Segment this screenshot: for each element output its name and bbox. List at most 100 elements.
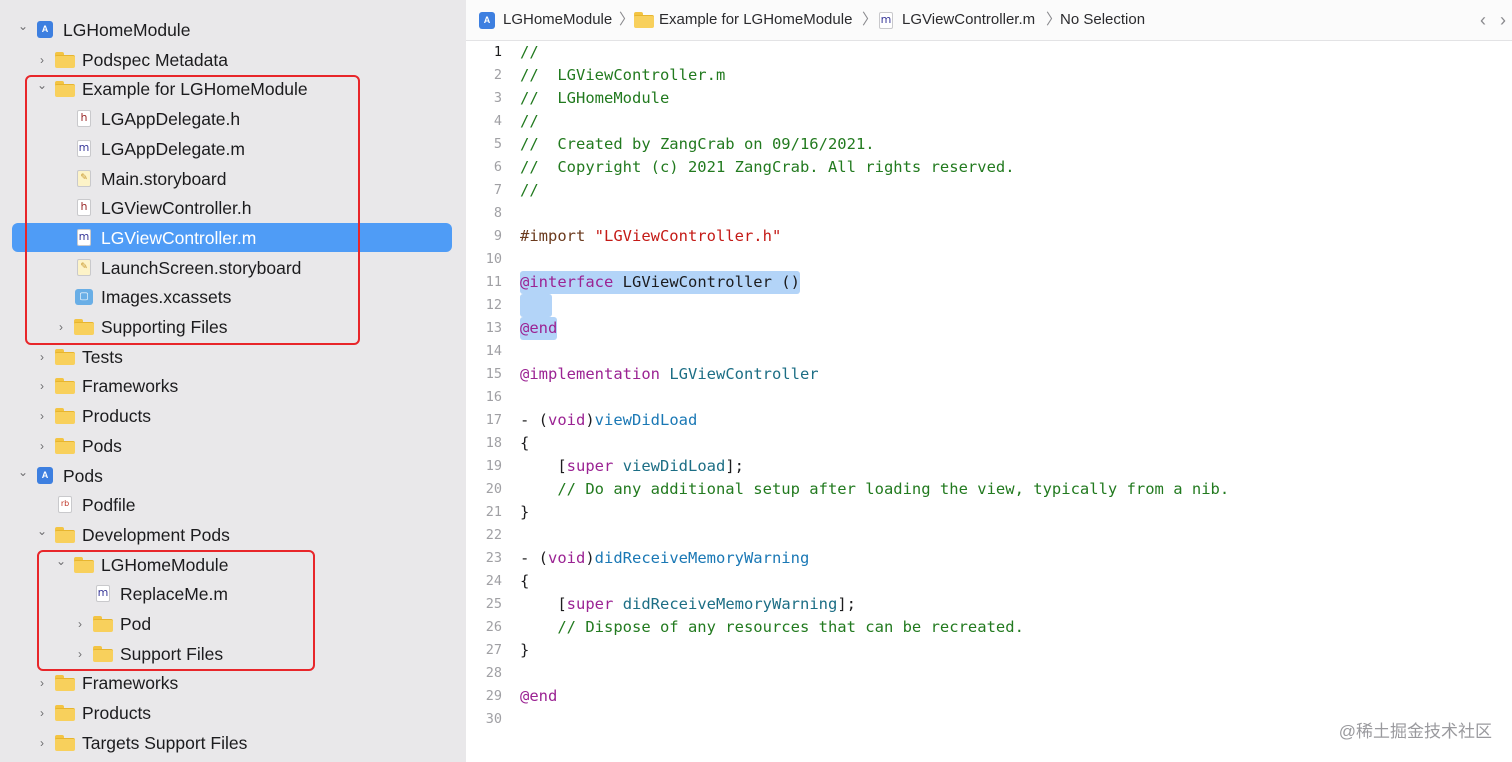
line-number: 10	[485, 251, 502, 267]
code-text: }	[520, 641, 530, 659]
line-number: 28	[485, 665, 502, 681]
tree-item-label: Pods	[82, 435, 122, 456]
code-line[interactable]: 5 // Created by ZangCrab on 09/16/2021.	[466, 133, 1512, 156]
code-line[interactable]: 21}	[466, 501, 1512, 524]
tree-item-group[interactable]: ⌄ A LGHomeModule	[0, 15, 466, 45]
annotation-box-example	[25, 75, 360, 345]
code-line[interactable]: 24 {	[466, 570, 1512, 593]
disclosure-closed-icon[interactable]: ›	[35, 371, 49, 401]
chevron-right-icon: 〉	[862, 11, 878, 28]
tree-item-group[interactable]: › Podspec Metadata	[0, 45, 466, 75]
tree-item-group[interactable]: › Frameworks	[0, 371, 466, 401]
code-line[interactable]: 26 // Dispose of any resources that can …	[466, 616, 1512, 639]
code-line[interactable]: 23 - (void)didReceiveMemoryWarning	[466, 547, 1512, 570]
crumb-project[interactable]: LGHomeModule	[503, 0, 612, 40]
line-number: 9	[493, 228, 502, 244]
code-line[interactable]: 3 // LGHomeModule	[466, 87, 1512, 110]
disclosure-open-icon[interactable]: ⌄	[16, 461, 30, 491]
chevron-right-icon: 〉	[619, 11, 635, 28]
tree-item-group[interactable]: › Pods	[0, 431, 466, 461]
annotation-box-development-pod	[37, 550, 315, 671]
code-text: // Copyright (c) 2021 ZangCrab. All righ…	[520, 158, 1015, 176]
source-editor[interactable]: A LGHomeModule 〉 Example for LGHomeModul…	[466, 0, 1512, 762]
project-icon: A	[37, 466, 53, 484]
code-line[interactable]: 15 @implementation LGViewController	[466, 363, 1512, 386]
tree-item-group[interactable]: ⌄ A Pods	[0, 461, 466, 491]
code-line[interactable]: 28	[466, 662, 1512, 685]
line-number: 4	[493, 113, 502, 129]
code-text: - (void)viewDidLoad	[520, 411, 698, 429]
line-number: 23	[485, 550, 502, 566]
code-line[interactable]: 4 //	[466, 110, 1512, 133]
code-line[interactable]: 25 [super didReceiveMemoryWarning];	[466, 593, 1512, 616]
tree-item-label: Pods	[63, 465, 103, 486]
tree-item-group[interactable]: › Products	[0, 698, 466, 728]
line-number: 6	[493, 159, 502, 175]
code-text: @interface LGViewController ()	[520, 271, 800, 294]
crumb-file[interactable]: LGViewController.m	[902, 0, 1035, 40]
disclosure-closed-icon[interactable]: ›	[35, 342, 49, 372]
disclosure-open-icon[interactable]: ⌄	[35, 520, 49, 550]
ruby-file-icon: rb	[58, 496, 72, 514]
code-line[interactable]: 27}	[466, 639, 1512, 662]
code-line[interactable]: 6 // Copyright (c) 2021 ZangCrab. All rig…	[466, 156, 1512, 179]
code-line[interactable]: 7 //	[466, 179, 1512, 202]
watermark: @稀土掘金技术社区	[1338, 722, 1492, 741]
code-line[interactable]: 12	[466, 294, 1512, 317]
crumb-symbol[interactable]: No Selection	[1060, 0, 1145, 40]
tree-item-group[interactable]: › Frameworks	[0, 668, 466, 698]
code-line[interactable]: 29 @end	[466, 685, 1512, 708]
code-text: @end	[520, 317, 558, 340]
tree-item-group[interactable]: ⌄ Development Pods	[0, 520, 466, 550]
disclosure-closed-icon[interactable]: ›	[35, 431, 49, 461]
code-line[interactable]: 2 // LGViewController.m	[466, 64, 1512, 87]
code-line[interactable]: 19 [super viewDidLoad];	[466, 455, 1512, 478]
back-icon[interactable]: ‹	[1480, 0, 1486, 40]
code-line[interactable]: 9 #import "LGViewController.h"	[466, 225, 1512, 248]
tree-item-label: Products	[82, 406, 152, 427]
tree-item-group[interactable]: › Products	[0, 401, 466, 431]
tree-item-group[interactable]: › Tests	[0, 342, 466, 372]
folder-icon	[55, 437, 75, 454]
crumb-group[interactable]: Example for LGHomeModule	[659, 0, 852, 40]
tree-item-file[interactable]: rb Podfile	[0, 490, 466, 520]
code-text: //	[520, 112, 539, 130]
line-number: 30	[485, 711, 502, 727]
line-number: 20	[485, 481, 502, 497]
line-number: 8	[493, 205, 502, 221]
disclosure-closed-icon[interactable]: ›	[35, 401, 49, 431]
forward-icon[interactable]: ›	[1500, 0, 1506, 40]
folder-icon	[55, 675, 75, 692]
line-number: 17	[485, 412, 502, 428]
disclosure-open-icon[interactable]: ⌄	[16, 15, 30, 45]
code-line[interactable]: 1 //	[466, 41, 1512, 64]
code-line[interactable]: 8	[466, 202, 1512, 225]
folder-icon	[55, 51, 75, 68]
folder-icon	[55, 734, 75, 751]
disclosure-closed-icon[interactable]: ›	[35, 698, 49, 728]
code-line[interactable]: 14	[466, 340, 1512, 363]
code-line[interactable]: 10	[466, 248, 1512, 271]
code-text: }	[520, 503, 530, 521]
code-text: // Created by ZangCrab on 09/16/2021.	[520, 135, 875, 153]
tree-item-label: Products	[82, 703, 152, 724]
code-line[interactable]: 22	[466, 524, 1512, 547]
code-line[interactable]: 11 @interface LGViewController ()	[466, 271, 1512, 294]
code-line[interactable]: 17 - (void)viewDidLoad	[466, 409, 1512, 432]
code-line[interactable]: 18 {	[466, 432, 1512, 455]
folder-icon	[55, 526, 75, 543]
code-text	[520, 294, 552, 317]
tree-item-group[interactable]: › Targets Support Files	[0, 728, 466, 758]
disclosure-closed-icon[interactable]: ›	[35, 45, 49, 75]
code-text: [super viewDidLoad];	[520, 457, 745, 475]
line-number: 12	[485, 297, 502, 313]
code-text: - (void)didReceiveMemoryWarning	[520, 549, 810, 567]
code-line[interactable]: 16	[466, 386, 1512, 409]
code-text: {	[520, 572, 530, 590]
line-number: 18	[485, 435, 502, 451]
disclosure-closed-icon[interactable]: ›	[35, 668, 49, 698]
code-line[interactable]: 20 // Do any additional setup after load…	[466, 478, 1512, 501]
code-text: [super didReceiveMemoryWarning];	[520, 595, 856, 613]
code-line[interactable]: 13 @end	[466, 317, 1512, 340]
disclosure-closed-icon[interactable]: ›	[35, 728, 49, 758]
